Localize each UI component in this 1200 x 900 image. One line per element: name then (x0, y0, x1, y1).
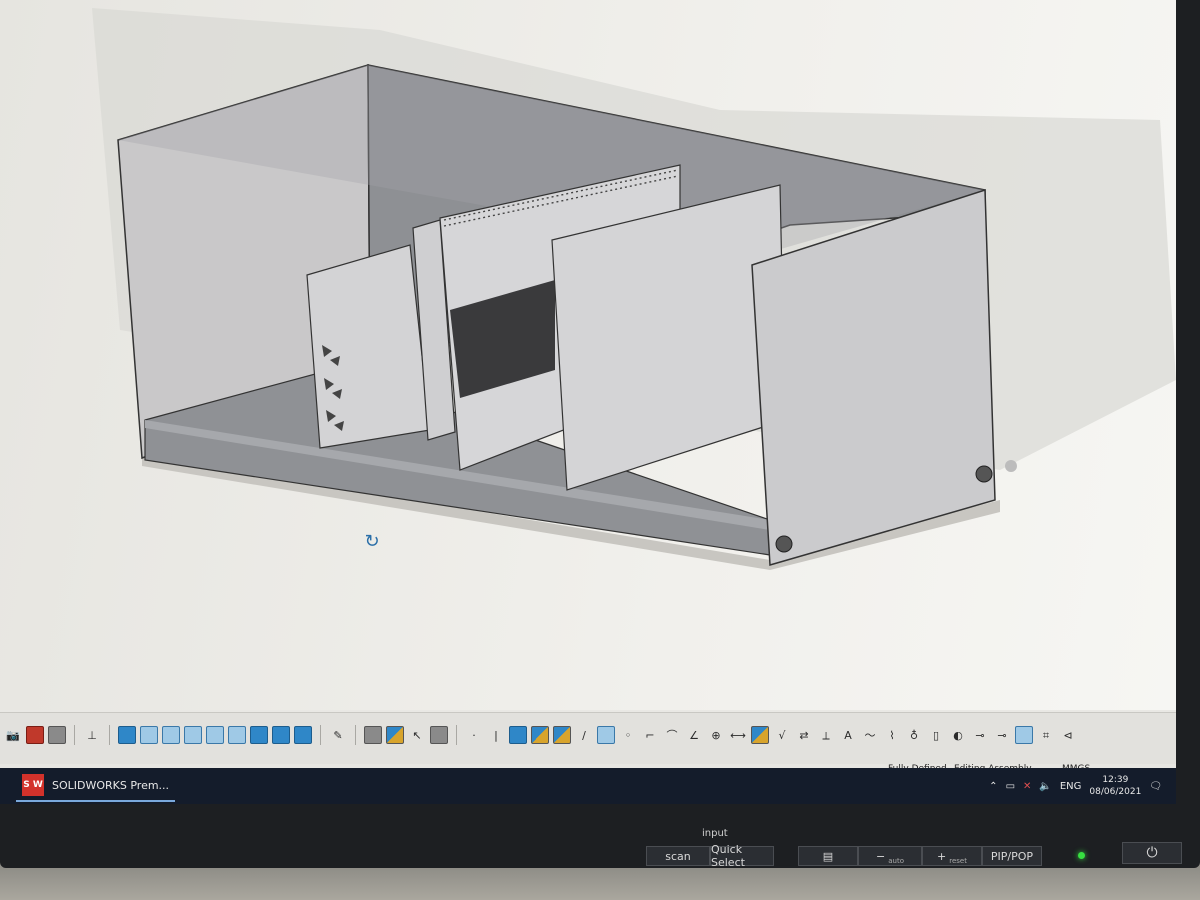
network-icon[interactable]: ▭ (1006, 781, 1015, 792)
fan-board (306, 244, 431, 449)
shaded-cube-icon[interactable] (272, 726, 290, 744)
right-view-icon[interactable] (184, 726, 202, 744)
face-icon[interactable] (597, 726, 615, 744)
hole-icon[interactable] (751, 726, 769, 744)
bottom-view-icon[interactable] (228, 726, 246, 744)
scan-button[interactable]: scan (646, 846, 710, 866)
taskbar-solidworks-app[interactable]: S W SOLIDWORKS Prem... (16, 770, 176, 802)
point-icon[interactable]: · (465, 726, 483, 744)
measure-icon[interactable]: ⟂ (817, 726, 835, 744)
screen: ↻ 📷 ⊥ ✎ ↖ · | ∕ ◦ ⌐ ⌒ ∠ ⊕ ⟷ √ ⇄ ⟂ A 〜 ⌇ … (0, 0, 1176, 804)
bolt-icon[interactable]: ♁ (905, 726, 923, 744)
quick-select-button[interactable]: Quick Select (710, 843, 774, 869)
plane-icon[interactable] (509, 726, 527, 744)
spring-icon[interactable]: ⌇ (883, 726, 901, 744)
front-view-icon[interactable] (118, 726, 136, 744)
solidworks-logo-icon: S W (22, 774, 44, 796)
system-tray: ⌃ ▭ ✕ 🔈 ENG 12:39 08/06/2021 🗨 (989, 774, 1162, 798)
appearance-icon[interactable] (26, 726, 44, 744)
cylinder-icon[interactable]: ▯ (927, 726, 945, 744)
pip-pop-button[interactable]: PIP/POP (982, 846, 1042, 866)
origin-icon[interactable]: ⊕ (707, 726, 725, 744)
scene-icon[interactable] (48, 726, 66, 744)
minus-auto-button[interactable]: − auto (858, 846, 922, 866)
plus-reset-button[interactable]: + reset (922, 846, 982, 866)
select-icon[interactable]: ↖ (408, 726, 426, 744)
foot-hole-rear (975, 465, 993, 483)
plus-symbol: + (937, 849, 947, 863)
reset-label: reset (949, 857, 967, 865)
foot-hole-front (775, 535, 793, 553)
vertex-icon[interactable]: ◦ (619, 726, 637, 744)
isometric-view-icon[interactable] (250, 726, 268, 744)
power-led (1078, 852, 1085, 859)
check-icon[interactable]: √ (773, 726, 791, 744)
back-view-icon[interactable] (140, 726, 158, 744)
mate-icon[interactable] (386, 726, 404, 744)
camera-icon[interactable]: 📷 (4, 726, 22, 744)
rotate-icon[interactable]: ↻ (362, 532, 382, 552)
monitor: ↻ 📷 ⊥ ✎ ↖ · | ∕ ◦ ⌐ ⌒ ∠ ⊕ ⟷ √ ⇄ ⟂ A 〜 ⌇ … (0, 0, 1200, 869)
graphics-viewport[interactable]: ↻ (0, 0, 1176, 710)
tool-d-icon[interactable]: ⌗ (1037, 726, 1055, 744)
assembly-model[interactable] (0, 0, 1176, 710)
corner-icon[interactable]: ⌐ (641, 726, 659, 744)
tool-c-icon[interactable] (1015, 726, 1033, 744)
tool-a-icon[interactable]: ⊸ (971, 726, 989, 744)
tool-e-icon[interactable]: ⊲ (1059, 726, 1077, 744)
windows-taskbar: S W SOLIDWORKS Prem... ⌃ ▭ ✕ 🔈 ENG 12:39… (0, 768, 1176, 804)
minus-symbol: − (876, 849, 886, 863)
left-view-icon[interactable] (162, 726, 180, 744)
volume-icon[interactable]: 🔈 (1039, 781, 1051, 792)
angle-icon[interactable]: ∠ (685, 726, 703, 744)
power-icon[interactable]: ⏻ (1122, 842, 1182, 864)
logo-text: S W (23, 780, 43, 790)
input-label: input (702, 828, 728, 839)
text-icon[interactable]: A (839, 726, 857, 744)
triad-icon[interactable]: ⊥ (83, 726, 101, 744)
fillet-icon[interactable]: ⌒ (663, 726, 681, 744)
foot-shadow (1005, 460, 1017, 472)
clock-date: 08/06/2021 (1089, 787, 1142, 797)
compare-icon[interactable]: ⇄ (795, 726, 813, 744)
line-icon[interactable]: ∕ (575, 726, 593, 744)
battery-warning-icon[interactable]: ✕ (1023, 781, 1031, 792)
language-indicator[interactable]: ENG (1060, 781, 1082, 792)
smart-select-icon[interactable] (430, 726, 448, 744)
top-view-icon[interactable] (206, 726, 224, 744)
curve-icon[interactable]: 〜 (861, 726, 879, 744)
pattern-icon[interactable] (553, 726, 571, 744)
tool-b-icon[interactable]: ⊸ (993, 726, 1011, 744)
notifications-icon[interactable]: 🗨 (1149, 781, 1162, 792)
clock[interactable]: 12:39 08/06/2021 (1089, 774, 1141, 798)
mass-icon[interactable]: ◐ (949, 726, 967, 744)
axis-icon[interactable]: | (487, 726, 505, 744)
clock-time: 12:39 (1102, 775, 1129, 785)
auto-label: auto (888, 857, 904, 865)
move-component-icon[interactable] (364, 726, 382, 744)
feature-icon[interactable] (531, 726, 549, 744)
chevron-up-icon[interactable]: ⌃ (989, 781, 997, 792)
menu-button[interactable]: ▤ (798, 846, 858, 866)
taskbar-app-label: SOLIDWORKS Prem... (52, 778, 170, 792)
sketch-icon[interactable]: ✎ (329, 726, 347, 744)
view-toolbar: 📷 ⊥ ✎ ↖ · | ∕ ◦ ⌐ ⌒ ∠ ⊕ ⟷ √ ⇄ ⟂ A 〜 ⌇ ♁ … (0, 712, 1176, 765)
dimension-icon[interactable]: ⟷ (729, 726, 747, 744)
shaded-edges-icon[interactable] (294, 726, 312, 744)
